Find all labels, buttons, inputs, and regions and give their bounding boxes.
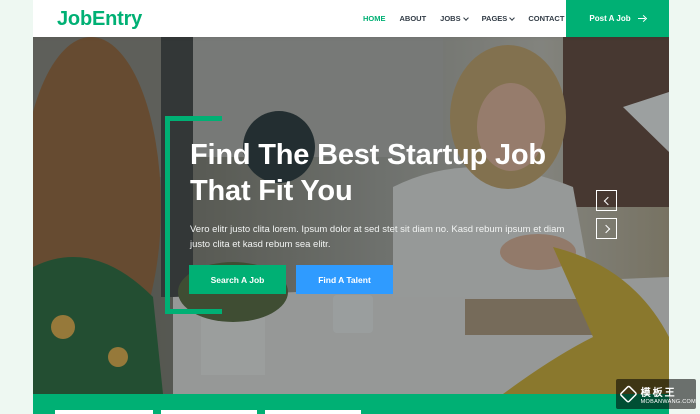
- navbar: JobEntry HOME ABOUT JOBS PAGES CONTACT P…: [33, 0, 669, 37]
- post-job-button[interactable]: Post A Job: [566, 0, 669, 37]
- watermark-logo-icon: [619, 384, 638, 404]
- page: JobEntry HOME ABOUT JOBS PAGES CONTACT P…: [33, 0, 669, 414]
- search-band: [33, 394, 669, 414]
- search-keyword-field[interactable]: [55, 410, 153, 414]
- post-job-label: Post A Job: [589, 14, 631, 23]
- search-location-field[interactable]: [265, 410, 361, 414]
- find-talent-button[interactable]: Find A Talent: [296, 265, 393, 294]
- arrow-right-icon: [637, 15, 646, 23]
- hero-headline: Find The Best Startup Job That Fit You: [190, 137, 610, 209]
- chevron-right-icon: [601, 224, 610, 233]
- carousel-next-button[interactable]: [596, 218, 617, 239]
- site-watermark: 模板王 MOBANWANG.COM: [616, 379, 696, 409]
- carousel-prev-button[interactable]: [596, 190, 617, 211]
- watermark-en: MOBANWANG.COM: [640, 398, 696, 405]
- nav-label: PAGES: [481, 14, 508, 23]
- nav-item-jobs[interactable]: JOBS: [440, 14, 469, 23]
- nav-label: JOBS: [440, 14, 461, 23]
- nav-label: HOME: [363, 14, 386, 23]
- watermark-cn: 模板王: [640, 387, 677, 399]
- headline-line-2: That Fit You: [190, 175, 353, 207]
- chevron-down-icon: [509, 14, 516, 21]
- chevron-left-icon: [603, 196, 612, 205]
- main-menu: HOME ABOUT JOBS PAGES CONTACT: [363, 0, 564, 37]
- headline-line-1: Find The Best Startup Job: [190, 139, 546, 171]
- hero-carousel: Find The Best Startup Job That Fit You V…: [33, 37, 669, 394]
- search-job-button[interactable]: Search A Job: [189, 265, 286, 294]
- nav-item-pages[interactable]: PAGES: [481, 14, 516, 23]
- hero-subtext: Vero elitr justo clita lorem. Ipsum dolo…: [190, 224, 565, 250]
- nav-item-contact[interactable]: CONTACT: [528, 14, 564, 23]
- nav-label: CONTACT: [528, 14, 565, 23]
- nav-label: ABOUT: [399, 14, 427, 23]
- search-category-field[interactable]: [161, 410, 257, 414]
- hero-overlay: [33, 37, 669, 394]
- watermark-text: 模板王 MOBANWANG.COM: [641, 384, 696, 405]
- nav-item-about[interactable]: ABOUT: [400, 14, 427, 23]
- chevron-down-icon: [462, 14, 469, 21]
- brand-logo[interactable]: JobEntry: [57, 8, 142, 31]
- nav-item-home[interactable]: HOME: [363, 14, 386, 23]
